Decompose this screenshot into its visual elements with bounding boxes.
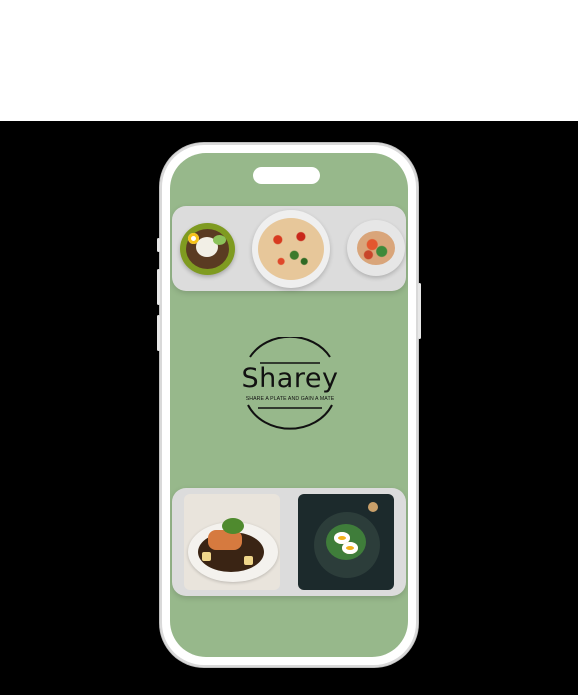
rice-bowl-dish-photo[interactable]: [180, 223, 235, 275]
salmon-dish-photo[interactable]: [184, 494, 280, 590]
food-carousel-top[interactable]: [172, 206, 406, 291]
dynamic-island: [253, 167, 320, 184]
salad-dish-photo[interactable]: [347, 220, 405, 276]
food-gallery-bottom[interactable]: [172, 488, 406, 596]
sharey-logo: Sharey SHARE A PLATE AND GAIN A MATE: [228, 337, 352, 437]
action-button: [157, 238, 160, 252]
app-title: Sharey: [241, 363, 339, 394]
volume-up-button: [157, 269, 160, 305]
phone-frame: Sharey SHARE A PLATE AND GAIN A MATE: [157, 143, 421, 667]
power-button: [418, 283, 421, 339]
pasta-dish-photo[interactable]: [252, 210, 330, 288]
volume-down-button: [157, 315, 160, 351]
egg-salad-dish-photo[interactable]: [298, 494, 394, 590]
app-tagline: SHARE A PLATE AND GAIN A MATE: [245, 396, 335, 402]
app-screen: Sharey SHARE A PLATE AND GAIN A MATE: [170, 153, 408, 657]
